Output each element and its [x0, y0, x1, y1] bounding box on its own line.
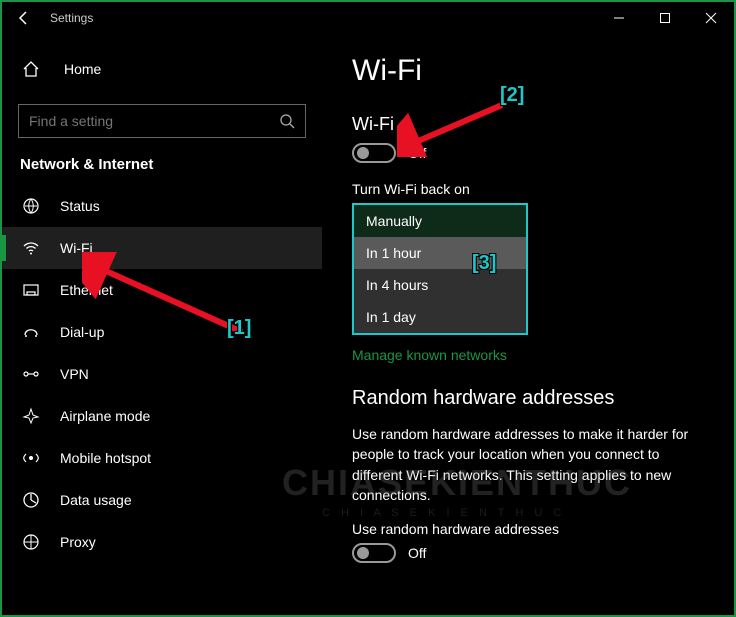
search-icon: [279, 113, 295, 129]
sidebar-item-proxy[interactable]: Proxy: [2, 521, 322, 563]
sidebar-item-label: Proxy: [60, 534, 96, 550]
turn-back-label: Turn Wi-Fi back on: [352, 181, 704, 197]
sidebar-item-label: Mobile hotspot: [60, 450, 151, 466]
dropdown-option-1hour[interactable]: In 1 hour: [354, 237, 526, 269]
annotation-badge-2: [2]: [500, 84, 524, 107]
sidebar-home-label: Home: [64, 61, 101, 77]
sidebar-item-label: Dial-up: [60, 324, 104, 340]
window-title: Settings: [50, 11, 93, 25]
sidebar-item-label: Data usage: [60, 492, 132, 508]
ethernet-icon: [20, 281, 42, 299]
sidebar-item-label: Airplane mode: [60, 408, 150, 424]
random-addresses-body: Use random hardware addresses to make it…: [352, 424, 704, 505]
sidebar-group-title: Network & Internet: [2, 156, 322, 185]
random-addresses-heading: Random hardware addresses: [352, 387, 704, 410]
wifi-section-label: Wi-Fi: [352, 114, 704, 135]
sidebar-item-vpn[interactable]: VPN: [2, 353, 322, 395]
random-toggle-label: Use random hardware addresses: [352, 521, 704, 537]
back-button[interactable]: [10, 4, 38, 32]
wifi-toggle[interactable]: [352, 143, 396, 163]
hotspot-icon: [20, 449, 42, 467]
proxy-icon: [20, 533, 42, 551]
sidebar-item-label: Wi-Fi: [60, 240, 93, 256]
random-toggle[interactable]: [352, 543, 396, 563]
sidebar-item-wifi[interactable]: Wi-Fi: [2, 227, 322, 269]
main-content: Wi-Fi Wi-Fi Off Turn Wi-Fi back on Manua…: [322, 34, 734, 615]
dropdown-option-1day[interactable]: In 1 day: [354, 301, 526, 333]
sidebar-item-dialup[interactable]: Dial-up: [2, 311, 322, 353]
manage-known-networks-link[interactable]: Manage known networks: [352, 347, 704, 363]
search-input[interactable]: [29, 113, 279, 129]
maximize-button[interactable]: [642, 2, 688, 34]
sidebar-item-ethernet[interactable]: Ethernet: [2, 269, 322, 311]
airplane-icon: [20, 407, 42, 425]
turn-back-dropdown[interactable]: Manually In 1 hour In 4 hours In 1 day: [352, 203, 528, 335]
search-input-container[interactable]: [18, 104, 306, 138]
random-toggle-state: Off: [408, 545, 426, 561]
wifi-icon: [20, 239, 42, 257]
sidebar-item-airplane[interactable]: Airplane mode: [2, 395, 322, 437]
sidebar-item-status[interactable]: Status: [2, 185, 322, 227]
minimize-button[interactable]: [596, 2, 642, 34]
close-button[interactable]: [688, 2, 734, 34]
page-title: Wi-Fi: [352, 54, 704, 88]
dropdown-option-4hours[interactable]: In 4 hours: [354, 269, 526, 301]
sidebar-item-label: Ethernet: [60, 282, 113, 298]
sidebar-item-hotspot[interactable]: Mobile hotspot: [2, 437, 322, 479]
home-icon: [22, 60, 44, 78]
sidebar: Home Network & Internet Status Wi-Fi Eth…: [2, 34, 322, 615]
dialup-icon: [20, 323, 42, 341]
sidebar-item-label: VPN: [60, 366, 89, 382]
sidebar-home[interactable]: Home: [2, 50, 322, 88]
annotation-badge-1: [1]: [227, 317, 251, 340]
vpn-icon: [20, 365, 42, 383]
status-icon: [20, 197, 42, 215]
sidebar-item-datausage[interactable]: Data usage: [2, 479, 322, 521]
dropdown-option-manually[interactable]: Manually: [354, 205, 526, 237]
wifi-toggle-state: Off: [408, 145, 426, 161]
data-usage-icon: [20, 491, 42, 509]
sidebar-item-label: Status: [60, 198, 100, 214]
annotation-badge-3: [3]: [472, 252, 496, 275]
